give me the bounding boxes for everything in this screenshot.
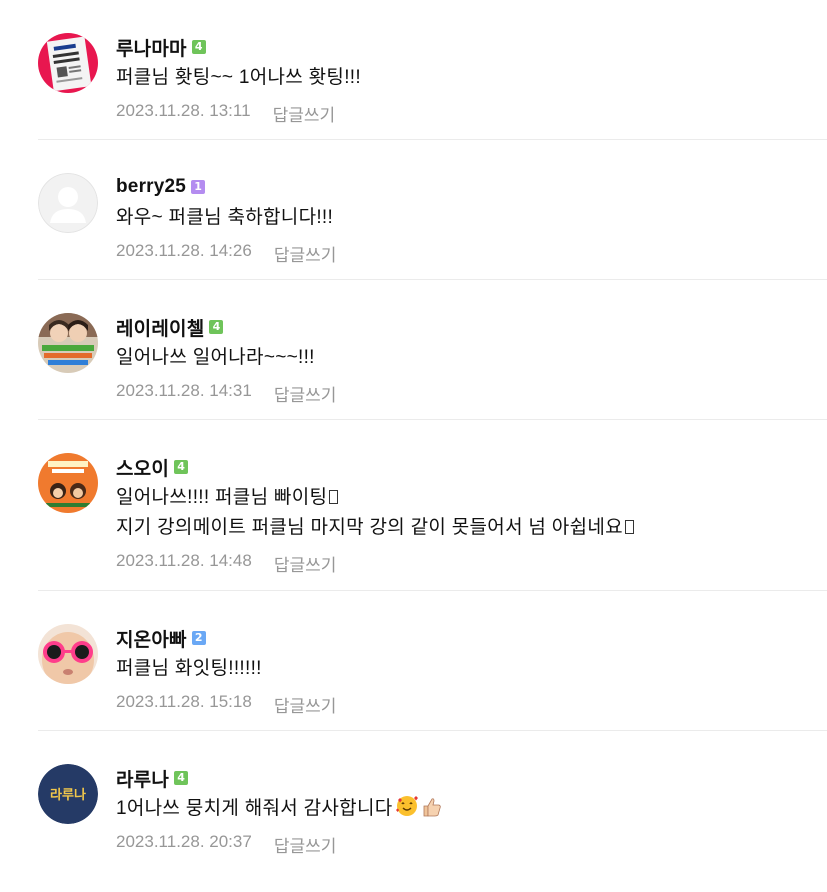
comment-line: 1어나쓰 뭉치게 해줘서 감사합니다 <box>116 798 393 819</box>
comment-line: 퍼클님 홧팅~~ 1어나쓰 홧팅!!! <box>116 67 361 88</box>
child-sunglasses-icon <box>38 624 98 684</box>
reply-button[interactable]: 답글쓰기 <box>274 692 337 717</box>
comment-text: 일어나쓰!!!! 퍼클님 빠이팅 지기 강의메이트 퍼클님 마지막 강의 같이 … <box>116 483 827 543</box>
avatar[interactable] <box>38 33 98 93</box>
comment-item: 레이레이첼 4 일어나쓰 일어나라~~~!!! 2023.11.28. 14:3… <box>38 280 827 420</box>
comment-date: 2023.11.28. 15:18 <box>116 692 252 711</box>
thumbs-up-icon <box>423 798 441 817</box>
nickname[interactable]: 레이레이첼 <box>116 314 204 341</box>
comment-line: 일어나쓰 일어나라~~~!!! <box>116 347 315 368</box>
nickname[interactable]: berry25 <box>116 176 186 198</box>
missing-emoji-icon <box>329 490 339 504</box>
reply-button[interactable]: 답글쓰기 <box>274 241 337 266</box>
avatar[interactable] <box>38 453 98 513</box>
avatar[interactable]: 라루나 <box>38 764 98 824</box>
comment-line: 지기 강의메이트 퍼클님 마지막 강의 같이 못들어서 넘 아쉽네요 <box>116 517 623 538</box>
comment-text: 일어나쓰 일어나라~~~!!! <box>116 343 827 373</box>
nickname[interactable]: 지온아빠 <box>116 625 187 652</box>
level-badge-icon: 2 <box>191 631 206 645</box>
level-badge-icon: 1 <box>191 180 206 194</box>
missing-emoji-icon <box>624 520 634 534</box>
level-badge-icon: 4 <box>174 460 189 474</box>
poster-avatar-icon <box>38 33 98 93</box>
comment-item: berry25 1 와우~ 퍼클님 축하합니다!!! 2023.11.28. 1… <box>38 140 827 280</box>
comment-date: 2023.11.28. 14:31 <box>116 381 252 400</box>
avatar[interactable] <box>38 624 98 684</box>
comment-text: 와우~ 퍼클님 축하합니다!!! <box>116 203 827 233</box>
comment-item: 지온아빠 2 퍼클님 화잇팅!!!!!! 2023.11.28. 15:18 답… <box>38 591 827 731</box>
comment-line: 일어나쓰!!!! 퍼클님 빠이팅 <box>116 487 328 508</box>
two-people-icon <box>38 313 98 373</box>
reply-button[interactable]: 답글쓰기 <box>274 381 337 406</box>
comment-date: 2023.11.28. 14:48 <box>116 551 252 570</box>
comment-text: 퍼클님 홧팅~~ 1어나쓰 홧팅!!! <box>116 63 827 93</box>
smiling-face-hearts-icon <box>395 796 418 816</box>
avatar-lettering: 라루나 <box>50 787 86 803</box>
nickname[interactable]: 스오이 <box>116 454 169 481</box>
level-badge-icon: 4 <box>191 40 206 54</box>
reply-button[interactable]: 답글쓰기 <box>274 832 337 857</box>
comment-date: 2023.11.28. 14:26 <box>116 241 252 260</box>
level-badge-icon: 4 <box>174 771 189 785</box>
level-badge-icon: 4 <box>209 320 224 334</box>
comment-item: 스오이 4 일어나쓰!!!! 퍼클님 빠이팅 지기 강의메이트 퍼클님 마지막 … <box>38 420 827 591</box>
avatar[interactable] <box>38 313 98 373</box>
comment-text: 퍼클님 화잇팅!!!!!! <box>116 654 827 684</box>
avatar[interactable] <box>38 173 98 233</box>
comment-item: 라루나 라루나 4 1어나쓰 뭉치게 해줘서 감사합니다 2023.11.28.… <box>38 731 827 871</box>
lettering-avatar-icon: 라루나 <box>38 764 98 824</box>
comment-date: 2023.11.28. 13:11 <box>116 101 251 120</box>
orange-poster-icon <box>38 453 98 513</box>
comment-line: 퍼클님 화잇팅!!!!!! <box>116 658 262 679</box>
default-person-icon <box>38 173 98 233</box>
comment-date: 2023.11.28. 20:37 <box>116 832 252 851</box>
reply-button[interactable]: 답글쓰기 <box>274 551 337 576</box>
comment-line: 와우~ 퍼클님 축하합니다!!! <box>116 207 334 228</box>
nickname[interactable]: 루나마마 <box>116 34 187 61</box>
nickname[interactable]: 라루나 <box>116 765 169 792</box>
comment-item: 루나마마 4 퍼클님 홧팅~~ 1어나쓰 홧팅!!! 2023.11.28. 1… <box>38 0 827 140</box>
comment-list: 루나마마 4 퍼클님 홧팅~~ 1어나쓰 홧팅!!! 2023.11.28. 1… <box>0 0 827 871</box>
reply-button[interactable]: 답글쓰기 <box>273 101 336 126</box>
comment-text: 1어나쓰 뭉치게 해줘서 감사합니다 <box>116 794 827 824</box>
